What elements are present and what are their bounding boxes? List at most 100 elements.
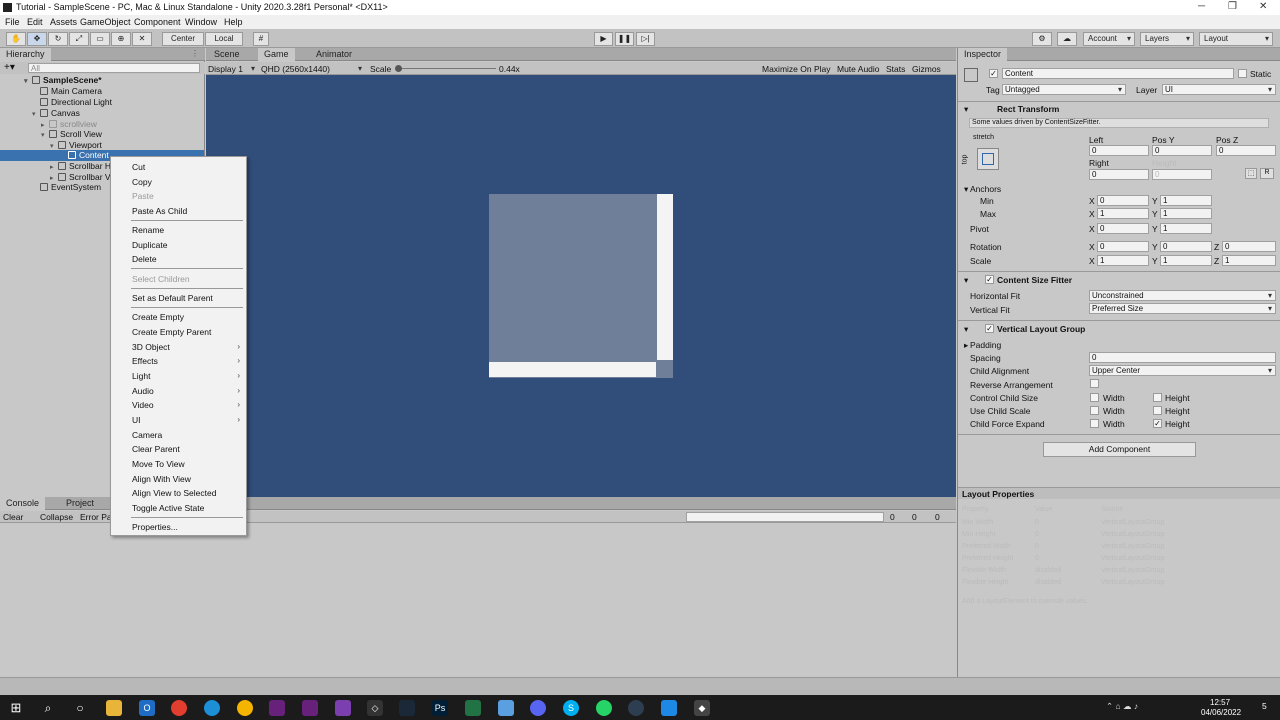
anchor-min-x-input[interactable]: 0 [1097,195,1149,206]
console-search-input[interactable] [686,512,884,522]
anchor-max-y-input[interactable]: 1 [1160,208,1212,219]
child-alignment-dropdown[interactable]: Upper Center [1089,365,1276,376]
search-icon[interactable]: ⌕ [40,700,56,716]
menu-item-audio[interactable]: Audio [132,386,154,396]
anchor-preset-icon[interactable] [977,148,999,170]
scale-y-input[interactable]: 1 [1160,255,1212,266]
tab-project[interactable]: Project [60,497,100,510]
close-button[interactable]: ✕ [1259,1,1267,12]
resolution-dropdown[interactable]: QHD (2560x1440) [261,64,365,74]
foldout-arrow-icon[interactable]: ▸ [964,340,968,351]
static-checkbox[interactable] [1238,69,1247,78]
app-icon[interactable] [498,700,514,716]
menu-item-align-with-view[interactable]: Align With View [132,474,191,484]
tab-game[interactable]: Game [258,48,295,61]
add-component-button[interactable]: Add Component [1043,442,1196,457]
messenger-icon[interactable] [628,700,644,716]
menu-item-properties[interactable]: Properties... [132,522,178,532]
pause-button[interactable]: ❚❚ [615,32,634,46]
tab-inspector[interactable]: Inspector [958,48,1008,61]
tab-animator[interactable]: Animator [310,48,358,61]
control-height-checkbox[interactable] [1153,393,1162,402]
unity-editor-icon[interactable]: ◆ [694,700,710,716]
anchors-label[interactable]: Anchors [970,184,1001,194]
object-name-input[interactable]: Content [1002,68,1234,79]
account-dropdown[interactable]: Account [1083,32,1135,46]
tag-dropdown[interactable]: Untagged [1002,84,1126,95]
browser-icon[interactable] [237,700,253,716]
vertical-layout-group-header[interactable]: Vertical Layout Group [997,324,1085,334]
scale-slider-handle[interactable] [395,65,402,72]
rotate-tool-icon[interactable]: ↻ [48,32,68,46]
vertical-layout-group-enabled-checkbox[interactable]: ✓ [985,324,994,333]
steam-icon[interactable] [399,700,415,716]
menu-item-camera[interactable]: Camera [132,430,162,440]
menu-file[interactable]: File [5,17,20,27]
pivot-x-input[interactable]: 0 [1097,223,1149,234]
rect-tool-icon[interactable]: ▭ [90,32,110,46]
menu-assets[interactable]: Assets [50,17,77,27]
foldout-arrow-icon[interactable]: ▾ [964,104,968,115]
menu-item-copy[interactable]: Copy [132,177,152,187]
play-button[interactable]: ▶ [594,32,613,46]
reverse-arrangement-checkbox[interactable] [1090,379,1099,388]
menu-item-toggle-active-state[interactable]: Toggle Active State [132,503,204,513]
layout-dropdown[interactable]: Layout [1199,32,1273,46]
pivot-local-button[interactable]: Local [205,32,243,46]
menu-item-create-empty-parent[interactable]: Create Empty Parent [132,327,211,337]
discord-icon[interactable] [530,700,546,716]
maximize-button[interactable]: ❐ [1228,1,1237,12]
pin-app-icon[interactable] [661,700,677,716]
layers-dropdown[interactable]: Layers [1140,32,1194,46]
control-width-checkbox[interactable] [1090,393,1099,402]
menu-item-ui[interactable]: UI [132,415,141,425]
custom-tool-icon[interactable]: ✕ [132,32,152,46]
gizmos-dropdown[interactable]: Gizmos [912,64,941,74]
hierarchy-item-scroll-view[interactable]: ▾ Scroll View [41,129,102,140]
menu-item-duplicate[interactable]: Duplicate [132,240,167,250]
photoshop-icon[interactable]: Ps [432,700,448,716]
pivot-center-button[interactable]: Center [162,32,204,46]
task-view-icon[interactable]: ○ [72,700,88,716]
menu-item-paste-as-child[interactable]: Paste As Child [132,206,187,216]
content-size-fitter-enabled-checkbox[interactable]: ✓ [985,275,994,284]
menu-help[interactable]: Help [224,17,243,27]
rotation-y-input[interactable]: 0 [1160,241,1212,252]
warning-count[interactable]: 0 [912,512,917,522]
scale-tool-icon[interactable]: ⤢ [69,32,89,46]
clear-button[interactable]: Clear [3,512,23,522]
step-button[interactable]: ▷| [636,32,655,46]
pivot-y-input[interactable]: 1 [1160,223,1212,234]
menu-item-delete[interactable]: Delete [132,254,157,264]
menu-item-light[interactable]: Light [132,371,150,381]
windows-start-icon[interactable]: ⊞ [8,700,24,716]
anchor-max-x-input[interactable]: 1 [1097,208,1149,219]
calculator-icon[interactable] [465,700,481,716]
active-checkbox[interactable]: ✓ [989,69,998,78]
raw-edit-button[interactable]: R [1260,168,1274,179]
menu-item-3d-object[interactable]: 3D Object [132,342,170,352]
menu-item-rename[interactable]: Rename [132,225,164,235]
horizontal-fit-dropdown[interactable]: Unconstrained [1089,290,1276,301]
tab-scene[interactable]: Scene [208,48,246,61]
stats-toggle[interactable]: Stats [886,64,905,74]
menu-window[interactable]: Window [185,17,217,27]
scale-z-input[interactable]: 1 [1222,255,1276,266]
right-input[interactable]: 0 [1089,169,1149,180]
rect-transform-header[interactable]: Rect Transform [997,104,1059,114]
whatsapp-icon[interactable] [596,700,612,716]
menu-item-cut[interactable]: Cut [132,162,145,172]
visual-studio-icon[interactable] [269,700,285,716]
rotation-z-input[interactable]: 0 [1222,241,1276,252]
hierarchy-item-eventsystem[interactable]: EventSystem [40,182,101,193]
menu-item-move-to-view[interactable]: Move To View [132,459,185,469]
collab-icon[interactable]: ⚙ [1032,32,1052,46]
rotation-x-input[interactable]: 0 [1097,241,1149,252]
menu-edit[interactable]: Edit [27,17,43,27]
skype-icon[interactable]: S [563,700,579,716]
hierarchy-scene-row[interactable]: ▾ SampleScene* [24,75,102,86]
notifications-badge[interactable]: 5 [1262,701,1267,711]
expand-width-checkbox[interactable] [1090,419,1099,428]
collapse-button[interactable]: Collapse [40,512,73,522]
outlook-icon[interactable]: O [139,700,155,716]
